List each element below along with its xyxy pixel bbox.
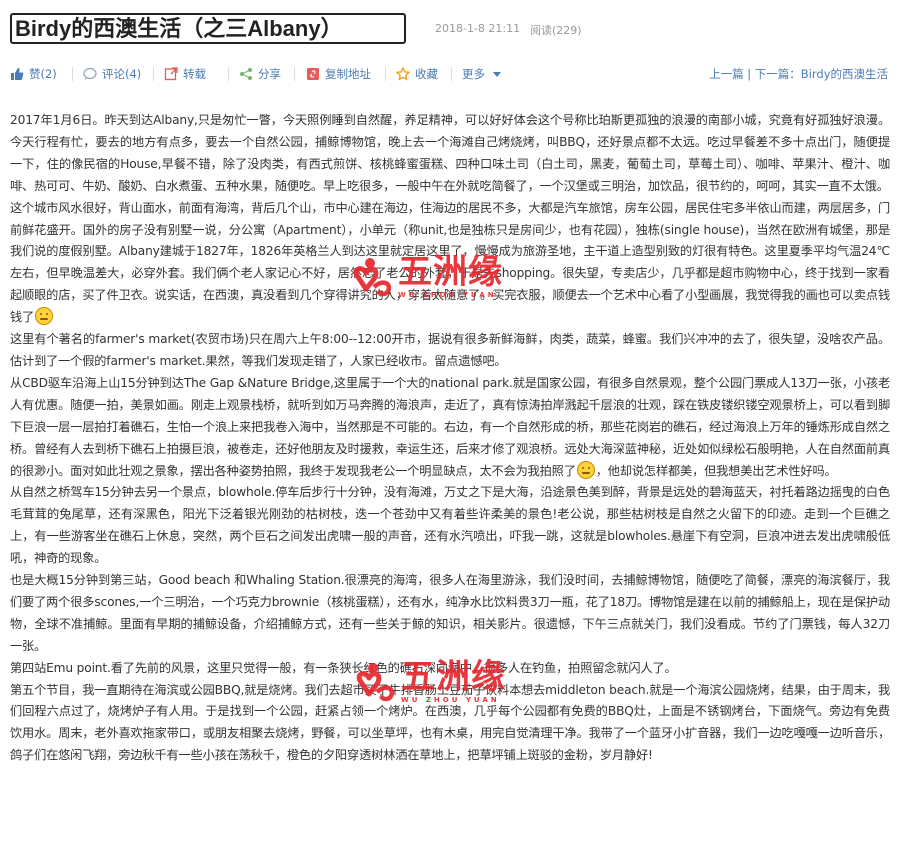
nav-separator: | <box>743 67 755 81</box>
toolbar-divider <box>153 67 154 81</box>
paragraph: 第四站Emu point.看了先前的风景，这里只觉得一般，有一条狭长红色的礁石深… <box>10 660 677 675</box>
toolbar-divider <box>385 67 386 81</box>
share-button[interactable]: 分享 <box>239 66 281 82</box>
copy-link-button[interactable]: 复制地址 <box>306 66 371 82</box>
more-label: 更多 <box>462 67 485 81</box>
comment-bubble-icon <box>83 67 97 81</box>
caret-down-icon <box>493 71 501 77</box>
post-date: 2018-1-8 21:11 <box>435 22 521 35</box>
paragraph: 这里有个著名的farmer's market(农贸市场)只在周六上午8:00--… <box>10 332 890 368</box>
sweat-emoji-icon <box>576 460 595 479</box>
share-label: 分享 <box>258 67 281 81</box>
comment-button[interactable]: 评论(4) <box>83 66 141 82</box>
post-nav: 上一篇 | 下一篇：Birdy的西澳生活 <box>709 66 888 82</box>
paragraph: 2017年1月6日。昨天到达Albany,只是匆忙一瞥，今天照例睡到自然醒，养足… <box>10 113 890 193</box>
toolbar-divider <box>228 67 229 81</box>
like-label: 赞(2) <box>29 67 57 81</box>
share-icon <box>239 67 253 81</box>
page-title: Birdy的西澳生活（之三Albany） <box>10 13 406 44</box>
paragraph-text: 这个城市风水很好，背山面水，前面有海湾，背后几个山，市中心建在海边，住海边的居民… <box>10 200 890 325</box>
like-button[interactable]: 赞(2) <box>10 66 57 82</box>
title-row: Birdy的西澳生活（之三Albany） 2018-1-8 21:11 阅读(2… <box>10 13 890 45</box>
favorite-button[interactable]: 收藏 <box>396 66 438 82</box>
paragraph: 从CBD驱车沿海上山15分钟到达The Gap &Nature Bridge,这… <box>10 373 890 483</box>
repost-label: 转载 <box>183 67 206 81</box>
toolbar-divider <box>72 67 73 81</box>
repost-button[interactable]: 转载 <box>164 66 206 82</box>
repost-icon <box>164 67 178 81</box>
favorite-label: 收藏 <box>415 67 438 81</box>
next-post-link[interactable]: 下一篇：Birdy的西澳生活 <box>755 67 888 81</box>
copy-link-label: 复制地址 <box>325 67 371 81</box>
article-body: 2017年1月6日。昨天到达Albany,只是匆忙一瞥，今天照例睡到自然醒，养足… <box>10 110 890 767</box>
paragraph: 这个城市风水很好，背山面水，前面有海湾，背后几个山，市中心建在海边，住海边的居民… <box>10 198 890 329</box>
paragraph-text: 从CBD驱车沿海上山15分钟到达The Gap &Nature Bridge,这… <box>10 375 890 478</box>
toolbar-divider <box>294 67 295 81</box>
paragraph: 也是大概15分钟到第三站，Good beach 和Whaling Station… <box>10 573 890 653</box>
thumbs-up-icon <box>10 67 24 81</box>
paragraph: 第五个节目，我一直期待在海滨或公园BBQ,就是烧烤。我们去超市买了牛排香肠土豆茄… <box>10 682 890 763</box>
view-count: 阅读(229) <box>530 24 582 37</box>
star-icon <box>396 67 410 81</box>
paragraph: 从自然之桥驾车15分钟去另一个景点，blowhole.停车后步行十分钟，没有海滩… <box>10 485 890 566</box>
sweat-emoji-icon <box>35 307 54 326</box>
toolbar-divider <box>451 67 452 81</box>
more-dropdown[interactable]: 更多 <box>462 66 501 82</box>
article-toolbar: 赞(2) 评论(4) 转载 分享 复制地址 收藏 更多 上一篇 | 下一篇：Bi… <box>10 64 890 84</box>
prev-post-link[interactable]: 上一篇 <box>709 67 744 81</box>
link-icon <box>306 67 320 81</box>
paragraph-text: ，他却说怎样都美，但我想美出艺术性好吗。 <box>595 463 837 478</box>
comment-label: 评论(4) <box>102 67 142 81</box>
